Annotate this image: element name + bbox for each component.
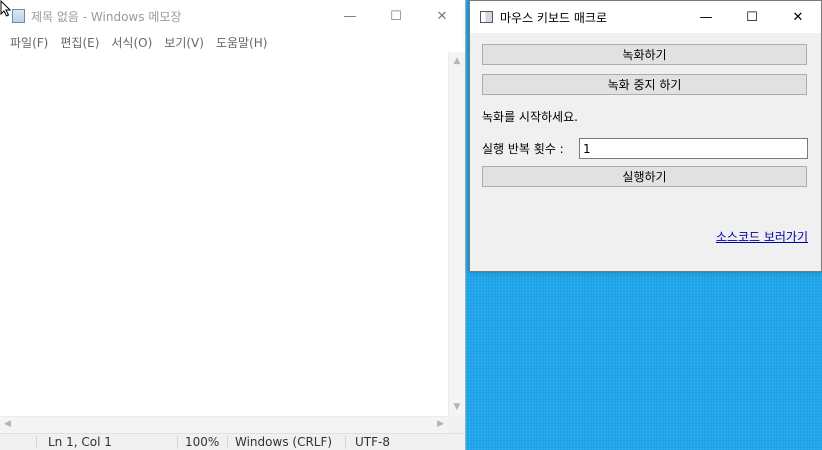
macro-close-button[interactable]: ✕ xyxy=(775,1,821,33)
notepad-close-button[interactable]: ✕ xyxy=(419,0,465,32)
notepad-window: 제목 없음 - Windows 메모장 — ☐ ✕ 파일(F) 편집(E) 서식… xyxy=(0,0,466,450)
status-zoom: 100% xyxy=(185,435,220,449)
status-separator xyxy=(36,436,37,449)
macro-window: 마우스 키보드 매크로 — ☐ ✕ 녹화하기 녹화 중지 하기 녹화를 시작하세… xyxy=(469,0,822,272)
menu-format[interactable]: 서식(O) xyxy=(105,34,158,51)
status-line-col: Ln 1, Col 1 xyxy=(48,435,112,449)
run-button[interactable]: 실행하기 xyxy=(482,166,807,187)
mouse-cursor-icon xyxy=(0,0,12,17)
source-code-link[interactable]: 소스코드 보러가기 xyxy=(716,228,808,245)
status-encoding: UTF-8 xyxy=(355,435,390,449)
menu-view[interactable]: 보기(V) xyxy=(158,34,210,51)
notepad-text-area[interactable] xyxy=(0,52,448,416)
repeat-count-label: 실행 반복 횟수 : xyxy=(482,142,564,156)
notepad-title: 제목 없음 - Windows 메모장 xyxy=(31,9,182,24)
menu-help[interactable]: 도움말(H) xyxy=(210,34,274,51)
macro-app-icon xyxy=(480,11,493,23)
macro-titlebar[interactable]: 마우스 키보드 매크로 — ☐ ✕ xyxy=(470,1,821,33)
stop-record-button[interactable]: 녹화 중지 하기 xyxy=(482,74,807,95)
record-status-text: 녹화를 시작하세요. xyxy=(482,110,578,124)
record-button[interactable]: 녹화하기 xyxy=(482,44,807,65)
scroll-right-arrow-icon[interactable]: ▶ xyxy=(437,419,444,429)
notepad-maximize-button[interactable]: ☐ xyxy=(373,0,419,32)
notepad-titlebar[interactable]: 제목 없음 - Windows 메모장 — ☐ ✕ xyxy=(0,0,465,32)
status-separator xyxy=(177,436,178,449)
macro-title: 마우스 키보드 매크로 xyxy=(500,10,607,25)
scrollbar-corner xyxy=(448,416,465,433)
repeat-count-input[interactable] xyxy=(579,138,808,159)
macro-maximize-button[interactable]: ☐ xyxy=(729,1,775,33)
notepad-vertical-scrollbar[interactable]: ▲ ▼ xyxy=(448,52,465,416)
notepad-app-icon xyxy=(12,9,25,23)
notepad-menubar: 파일(F) 편집(E) 서식(O) 보기(V) 도움말(H) xyxy=(0,32,465,53)
menu-file[interactable]: 파일(F) xyxy=(4,34,54,51)
status-line-ending: Windows (CRLF) xyxy=(235,435,333,449)
scroll-left-arrow-icon[interactable]: ◀ xyxy=(4,419,11,429)
status-separator xyxy=(345,436,346,449)
menu-edit[interactable]: 편집(E) xyxy=(54,34,105,51)
macro-minimize-button[interactable]: — xyxy=(683,1,729,33)
scroll-up-arrow-icon[interactable]: ▲ xyxy=(449,56,465,66)
notepad-status-bar: Ln 1, Col 1 100% Windows (CRLF) UTF-8 xyxy=(0,433,465,450)
scroll-down-arrow-icon[interactable]: ▼ xyxy=(449,402,465,412)
notepad-minimize-button[interactable]: — xyxy=(327,0,373,32)
status-separator xyxy=(227,436,228,449)
notepad-horizontal-scrollbar[interactable]: ◀ ▶ xyxy=(0,416,448,433)
